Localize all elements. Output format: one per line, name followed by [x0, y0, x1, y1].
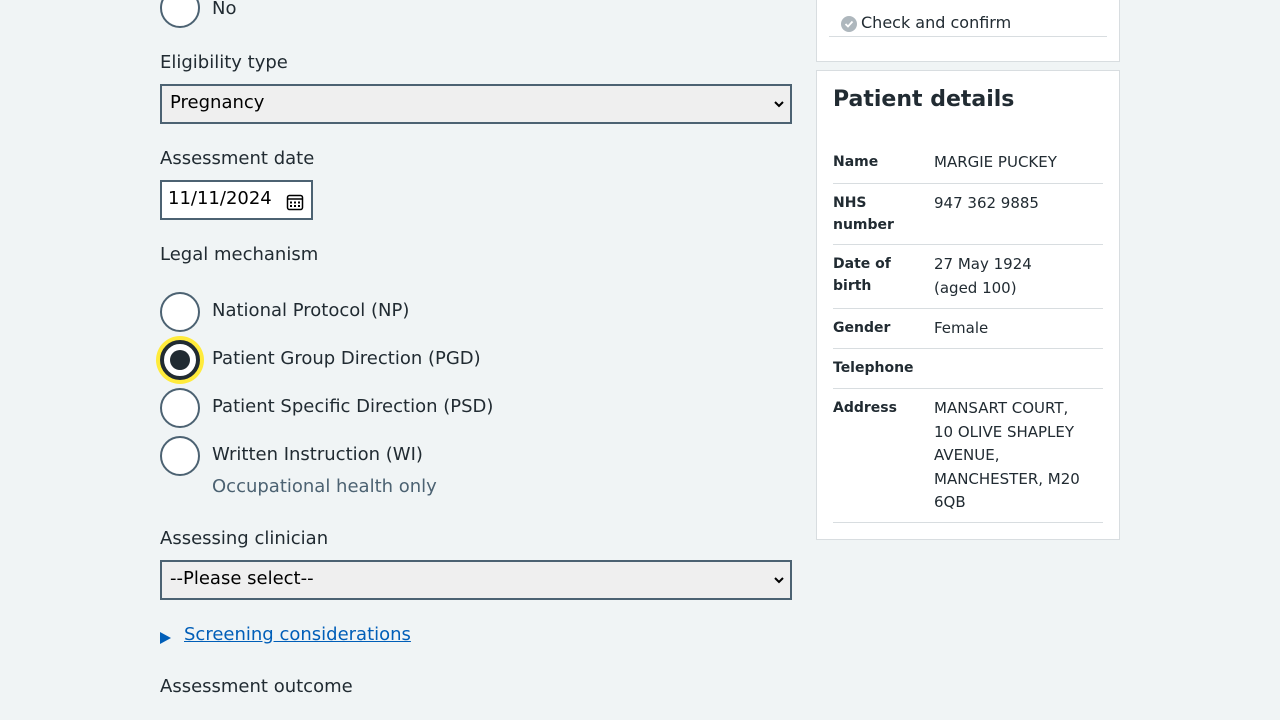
assessing-clinician-value: --Please select--: [170, 568, 314, 589]
task-list-card: Check and confirm: [816, 0, 1120, 62]
patient-row-telephone: Telephone: [833, 357, 1103, 389]
radio-patient-specific-direction-label: Patient Specific Direction (PSD): [212, 396, 494, 417]
radio-no-label: No: [212, 0, 237, 19]
nav-item-label: Check and confirm: [861, 13, 1012, 32]
calendar-icon[interactable]: [286, 193, 304, 211]
patient-row-address: Address MANSART COURT, 10 OLIVE SHAPLEY …: [833, 397, 1103, 523]
assessment-date-label: Assessment date: [160, 148, 315, 169]
radio-no[interactable]: [160, 0, 200, 28]
chevron-down-icon: [774, 101, 784, 108]
patient-row-nhs-number: NHS number 947 362 9885: [833, 192, 1103, 245]
chevron-down-icon: [774, 577, 784, 584]
patient-row-key: Name: [833, 154, 879, 170]
radio-written-instruction-label: Written Instruction (WI): [212, 444, 423, 465]
eligibility-type-label: Eligibility type: [160, 52, 288, 73]
check-circle-icon: [841, 16, 857, 32]
patient-row-date-of-birth: Date of birth 27 May 1924 (aged 100): [833, 253, 1103, 309]
patient-row-key: NHS number: [833, 195, 894, 233]
patient-row-value: MANSART COURT, 10 OLIVE SHAPLEY AVENUE, …: [934, 399, 1080, 511]
patient-row-key: Telephone: [833, 360, 914, 376]
eligibility-type-value: Pregnancy: [170, 92, 265, 113]
patient-row-key: Address: [833, 400, 897, 416]
radio-national-protocol-label: National Protocol (NP): [212, 300, 410, 321]
patient-row-value: 27 May 1924 (aged 100): [934, 255, 1032, 297]
patient-row-key: Date of birth: [833, 256, 891, 294]
radio-national-protocol[interactable]: [160, 292, 200, 332]
patient-row-value: MARGIE PUCKEY: [934, 153, 1057, 171]
patient-row-gender: Gender Female: [833, 317, 1103, 349]
nav-item-check-and-confirm[interactable]: Check and confirm: [829, 11, 1107, 37]
radio-written-instruction[interactable]: [160, 436, 200, 476]
patient-details-title: Patient details: [833, 87, 1015, 112]
patient-row-name: Name MARGIE PUCKEY: [833, 151, 1103, 184]
patient-row-key: Gender: [833, 320, 891, 336]
assessing-clinician-label: Assessing clinician: [160, 528, 329, 549]
patient-row-value: Female: [934, 319, 989, 337]
patient-row-value: 947 362 9885: [934, 194, 1039, 212]
assessing-clinician-select[interactable]: --Please select--: [160, 560, 792, 600]
radio-patient-group-direction[interactable]: [160, 340, 200, 380]
assessment-date-value: 11/11/2024: [168, 188, 272, 209]
triangle-right-icon: [160, 632, 171, 644]
eligibility-type-select[interactable]: Pregnancy: [160, 84, 792, 124]
assessment-outcome-label: Assessment outcome: [160, 676, 353, 697]
assessment-date-input[interactable]: 11/11/2024: [160, 180, 313, 220]
radio-patient-group-direction-label: Patient Group Direction (PGD): [212, 348, 481, 369]
legal-mechanism-label: Legal mechanism: [160, 244, 319, 265]
patient-details-card: Patient details Name MARGIE PUCKEY NHS n…: [816, 70, 1120, 540]
screening-considerations-link[interactable]: Screening considerations: [184, 624, 411, 645]
main-form: No Eligibility type Pregnancy Assessment…: [160, 0, 792, 720]
radio-patient-specific-direction[interactable]: [160, 388, 200, 428]
written-instruction-hint: Occupational health only: [212, 476, 437, 497]
